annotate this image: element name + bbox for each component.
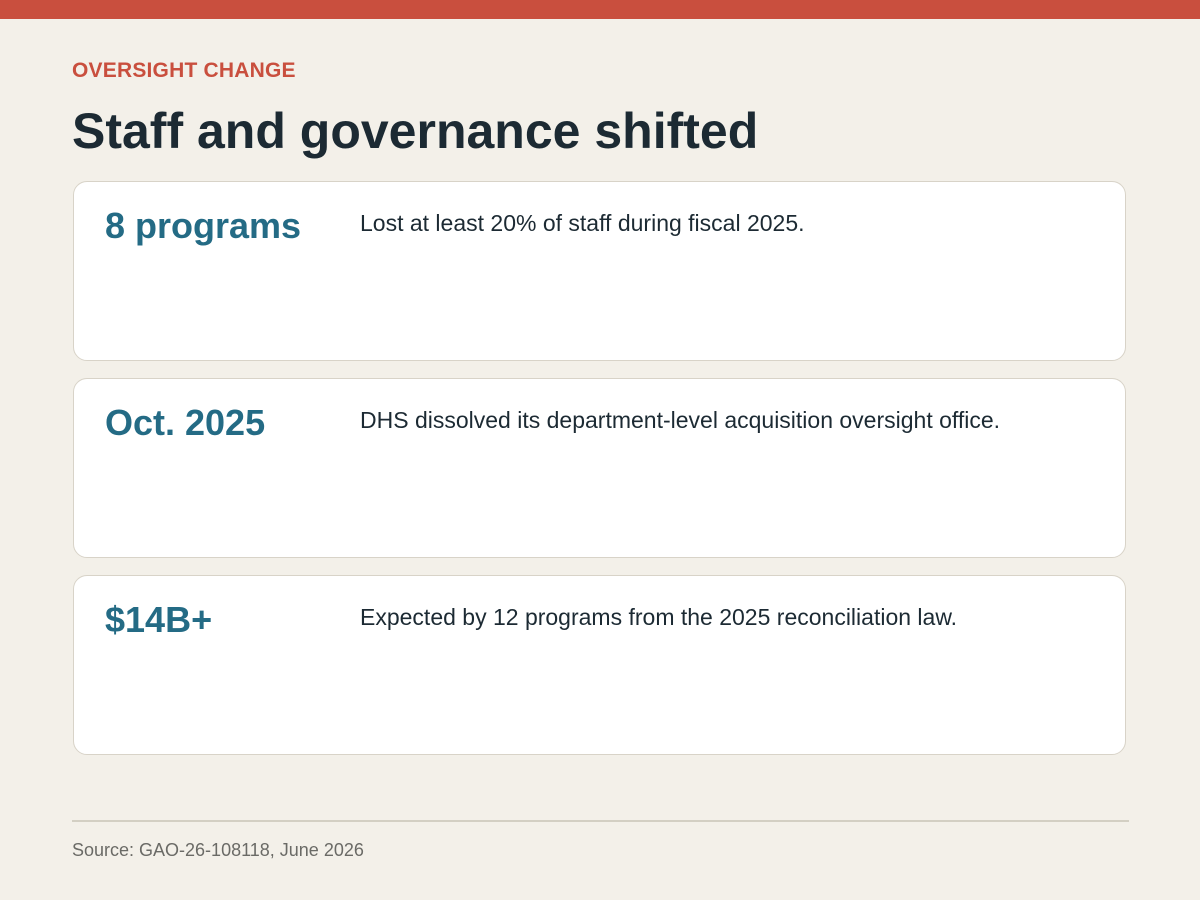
kicker-label: OVERSIGHT CHANGE bbox=[72, 59, 296, 82]
stat-card-oversight-office: Oct. 2025 DHS dissolved its department-l… bbox=[73, 378, 1126, 558]
stat-card-reconciliation-funding: $14B+ Expected by 12 programs from the 2… bbox=[73, 575, 1126, 755]
stat-value: Oct. 2025 bbox=[105, 402, 266, 443]
stat-description: Lost at least 20% of staff during fiscal… bbox=[360, 210, 805, 236]
stat-value: $14B+ bbox=[105, 599, 213, 640]
source-note: Source: GAO-26-108118, June 2026 bbox=[72, 840, 364, 860]
footer-divider bbox=[72, 820, 1129, 822]
stat-card-staff-loss: 8 programs Lost at least 20% of staff du… bbox=[73, 181, 1126, 361]
page-title: Staff and governance shifted bbox=[72, 103, 759, 159]
stat-value: 8 programs bbox=[105, 205, 302, 246]
top-accent-bar bbox=[0, 0, 1200, 19]
stat-description: DHS dissolved its department-level acqui… bbox=[360, 407, 1001, 433]
stat-description: Expected by 12 programs from the 2025 re… bbox=[360, 604, 958, 630]
